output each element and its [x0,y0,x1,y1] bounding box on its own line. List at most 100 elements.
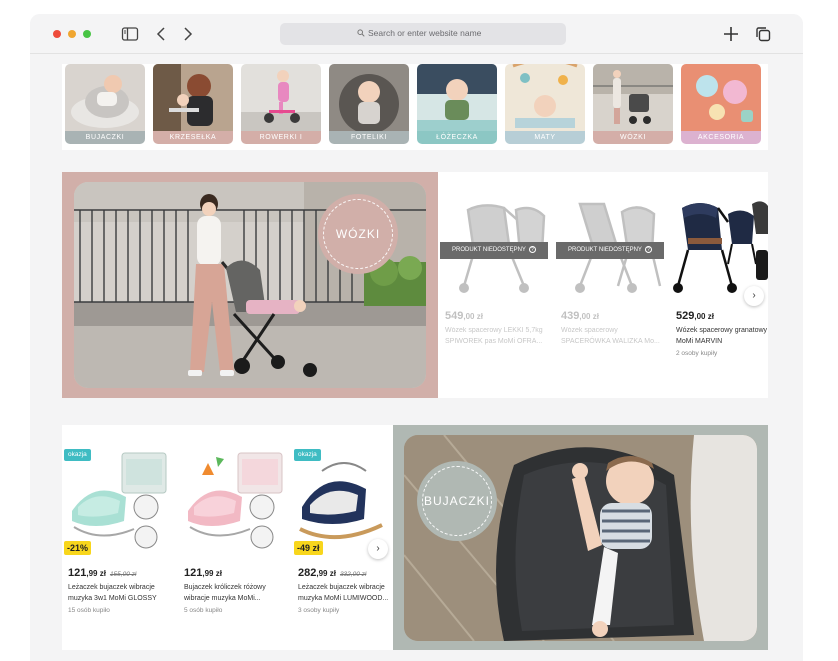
okazja-tag: okazja [294,449,321,461]
category-label: FOTELIKI [329,131,409,144]
product-name[interactable]: Bujaczek króliczek różowy wibracje muzyka… [184,583,266,604]
product-image [673,201,768,293]
unavailable-banner: PRODUKT NIEDOSTĘPNY? [440,242,548,259]
discount-badge: -49 zł [294,541,323,555]
category-label: BUJACZKI [65,131,145,144]
bouncer-section: okazja -21% 121,99 zł 155,00 zł Leżaczek … [62,425,768,650]
product-name[interactable]: Wózek spacerowy LEKKI 5,7kg SPIWOREK pas … [445,326,543,347]
product-name[interactable]: Leżaczek bujaczek wibracje muzyka 3w1 MoM… [68,583,157,604]
product-card[interactable]: PRODUKT NIEDOSTĘPNY? 549,00 zł Wózek spa… [440,172,552,398]
category-photo [505,64,585,131]
unavailable-text: PRODUKT NIEDOSTĘPNY [568,247,642,253]
old-price: 332,00 zł [339,571,367,578]
price-cents: ,00 zł [579,312,599,321]
page-content: BUJACZKI KRZESEŁKA ROWERKI I FOTELIKI ŁÓ… [30,55,803,661]
info-icon[interactable]: ? [644,245,652,253]
product-name-line: Wózek spacerowy [561,327,618,334]
bouncer-banner-badge: BUJACZKI [417,461,497,541]
product-image [72,452,167,549]
product-card[interactable]: okazja -49 zł 282,99 zł 332,00 zł Leżacze… [294,425,394,650]
category-label: AKCESORIA [681,131,761,144]
category-tile-bujaczki[interactable]: BUJACZKI [65,64,145,144]
category-photo [153,64,233,131]
product-price: 439,00 zł [561,310,599,322]
unavailable-text: PRODUKT NIEDOSTĘPNY [452,247,526,253]
product-name-line: MoMi MARVIN [676,337,723,345]
chevron-right-icon: › [376,543,380,554]
okazja-tag: okazja [64,449,91,461]
category-photo [417,64,497,131]
product-name-line: Leżaczek bujaczek wibracje [298,584,385,591]
price-main: 121 [184,567,203,579]
product-name-line: muzyka 3w1 MoMi GLOSSY [68,594,157,602]
price-main: 282 [298,567,317,579]
carousel-next-button[interactable]: › [368,539,388,559]
product-name[interactable]: Wózek spacerowy granatowy MoMi MARVIN [676,326,767,347]
category-tile-rowerki[interactable]: ROWERKI I POJAZDY [241,64,321,144]
category-photo [65,64,145,131]
product-bought-count: 2 osoby kupiły [676,350,718,357]
product-bought-count: 3 osoby kupiły [298,607,340,614]
category-label: MATY [505,131,585,144]
product-name-line: Wózek spacerowy granatowy [676,327,768,334]
category-tile-krzeselka[interactable]: KRZESEŁKA [153,64,233,144]
product-bought-count: 15 osób kupiło [68,607,110,614]
unavailable-banner: PRODUKT NIEDOSTĘPNY? [556,242,664,259]
browser-toolbar: Search or enter website name [30,14,803,54]
product-name-line: Leżaczek bujaczek wibracje [68,584,155,591]
price-cents: ,00 zł [463,312,483,321]
forward-arrow-icon[interactable] [178,25,196,43]
info-icon[interactable]: ? [528,245,536,253]
stroller-banner-title: WÓZKI [335,227,381,241]
product-card[interactable]: 529,00 zł Wózek spacerowy granatowy MoMi … [672,172,768,398]
product-image [299,462,383,539]
category-tile-foteliki[interactable]: FOTELIKI [329,64,409,144]
product-price: 549,00 zł [445,310,483,322]
category-strip: BUJACZKI KRZESEŁKA ROWERKI I FOTELIKI ŁÓ… [62,64,768,150]
product-card[interactable]: okazja -21% 121,99 zł 155,00 zł Leżaczek … [62,425,174,650]
category-photo [241,64,321,131]
product-card[interactable]: PRODUKT NIEDOSTĘPNY? 439,00 zł Wózek spa… [556,172,668,398]
product-price: 529,00 zł [676,310,714,322]
carousel-next-button[interactable]: › [744,286,764,306]
price-main: 121 [68,567,87,579]
price-main: 529 [676,310,695,322]
maximize-window-button[interactable] [83,30,91,38]
product-card[interactable]: 121,99 zł Bujaczek króliczek różowy wibra… [178,425,290,650]
browser-window: Search or enter website name BUJACZKI KR… [30,14,803,661]
product-bought-count: 5 osób kupiło [184,607,223,614]
product-name-line: SPIWOREK pas MoMi OFRA... [445,337,543,345]
product-name[interactable]: Wózek spacerowy SPACERÓWKA WALIZKA Mo... [561,326,660,347]
tabs-overview-icon[interactable] [754,25,772,43]
stroller-banner[interactable]: WÓZKI [62,172,438,398]
discount-badge: -21% [64,541,92,555]
category-label: WÓZKI [593,131,673,144]
minimize-window-button[interactable] [68,30,76,38]
product-price: 121,99 zł 155,00 zł [68,567,136,579]
product-name-line: wibracje muzyka MoMi... [184,594,261,602]
product-image [188,452,283,549]
back-arrow-icon[interactable] [153,25,171,43]
bouncer-banner[interactable]: BUJACZKI [393,425,768,650]
category-photo [681,64,761,131]
price-cents: ,99 zł [86,569,106,578]
product-name[interactable]: Leżaczek bujaczek wibracje muzyka MoMi LU… [298,583,388,604]
sidebar-toggle-icon[interactable] [121,25,139,43]
category-tile-akcesoria[interactable]: AKCESORIA [681,64,761,144]
address-bar-placeholder: Search or enter website name [368,28,482,38]
new-tab-plus-icon[interactable] [722,25,740,43]
category-label: ROWERKI I POJAZDY [241,131,321,144]
product-name-line: Bujaczek króliczek różowy [184,584,266,591]
product-price: 121,99 zł [184,567,222,579]
product-name-line: Wózek spacerowy LEKKI 5,7kg [445,327,543,334]
price-main: 549 [445,310,464,322]
close-window-button[interactable] [53,30,61,38]
product-price: 282,99 zł 332,00 zł [298,567,366,579]
stroller-banner-badge: WÓZKI [318,194,398,274]
category-tile-maty[interactable]: MATY [505,64,585,144]
category-tile-wozki[interactable]: WÓZKI [593,64,673,144]
address-bar[interactable]: Search or enter website name [280,23,566,45]
category-photo [593,64,673,131]
category-tile-lozeczka[interactable]: ŁÓŻECZKA [417,64,497,144]
old-price: 155,00 zł [109,571,137,578]
